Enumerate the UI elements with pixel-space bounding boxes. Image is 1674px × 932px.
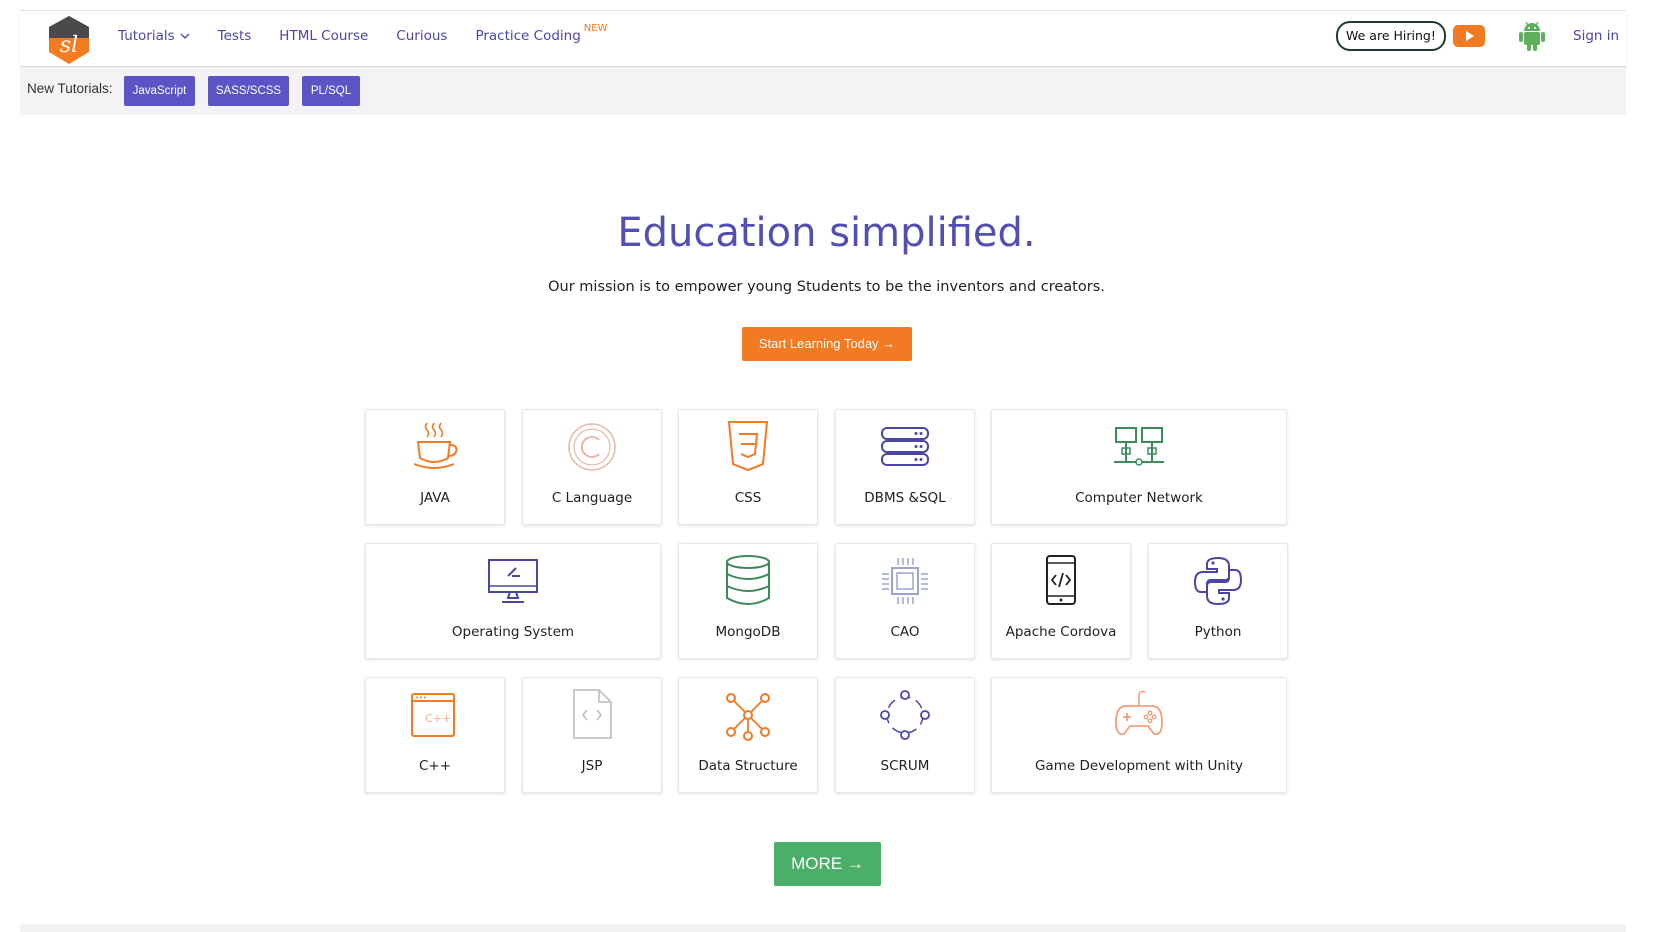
more-button[interactable]: MORE → (774, 842, 881, 886)
chip-javascript[interactable]: JavaScript (124, 76, 195, 106)
course-card-python[interactable]: Python (1148, 543, 1288, 659)
new-tutorials-bar: New Tutorials: JavaScript SASS/SCSS PL/S… (20, 67, 1626, 115)
course-card-game-development[interactable]: Game Development with Unity (991, 677, 1287, 793)
course-card-dbms-sql[interactable]: DBMS &SQL (835, 409, 975, 525)
footer-band (20, 924, 1626, 932)
nav-tests-label: Tests (217, 28, 252, 44)
gamepad-icon (1115, 690, 1163, 736)
cpp-window-icon: C++ (411, 693, 455, 737)
course-card-cao[interactable]: CAO (835, 543, 975, 659)
nav-tutorials-label: Tutorials (118, 28, 175, 44)
studytonight-logo-icon[interactable]: sl (45, 14, 93, 66)
course-card-c-language[interactable]: C Language (522, 409, 662, 525)
nav-tutorials[interactable]: Tutorials (118, 28, 190, 44)
server-stack-icon (881, 427, 929, 466)
coffee-cup-icon (413, 422, 458, 469)
course-label: C++ (418, 758, 452, 774)
nav-practice-coding-label: Practice Coding (475, 28, 581, 44)
course-card-operating-system[interactable]: Operating System (365, 543, 661, 659)
network-icon (1114, 427, 1164, 466)
database-icon (726, 555, 770, 605)
chip-pl-sql[interactable]: PL/SQL (302, 76, 360, 106)
svg-text:C++: C++ (425, 712, 451, 725)
course-card-java[interactable]: JAVA (365, 409, 505, 525)
course-label: JSP (581, 758, 603, 774)
course-label: JAVA (420, 490, 450, 506)
nav-tests[interactable]: Tests (218, 28, 252, 44)
top-navbar: sl Tutorials Tests HTML Course Curious P… (20, 11, 1626, 67)
nav-curious-label: Curious (396, 28, 448, 44)
chip-sass-scss[interactable]: SASS/SCSS (208, 76, 289, 106)
course-card-jsp[interactable]: JSP (522, 677, 662, 793)
sign-in-link[interactable]: Sign in (1573, 28, 1619, 44)
course-label: Python (1194, 624, 1242, 640)
svg-text:sl: sl (60, 33, 78, 58)
course-label: Operating System (451, 624, 575, 640)
course-label: Game Development with Unity (1034, 758, 1244, 774)
course-card-apache-cordova[interactable]: Apache Cordova (991, 543, 1131, 659)
course-label: Computer Network (1075, 490, 1203, 506)
course-label: CAO (890, 624, 920, 640)
course-card-css[interactable]: CSS (678, 409, 818, 525)
start-learning-button[interactable]: Start Learning Today → (742, 327, 912, 361)
course-label: CSS (734, 490, 762, 506)
android-icon[interactable] (1517, 20, 1547, 52)
team-cycle-icon (880, 690, 930, 740)
course-label: Apache Cordova (1005, 624, 1117, 640)
node-graph-icon (726, 693, 770, 741)
cpu-chip-icon (882, 558, 928, 604)
mobile-code-icon (1046, 555, 1076, 605)
desktop-monitor-icon (488, 559, 538, 603)
course-card-cpp[interactable]: C++ C++ (365, 677, 505, 793)
nav-curious[interactable]: Curious (396, 28, 447, 44)
hero-title: Education simplified. (617, 210, 1036, 256)
we-are-hiring-button[interactable]: We are Hiring! (1336, 21, 1446, 51)
course-card-scrum[interactable]: SCRUM (835, 677, 975, 793)
nav-html-course-label: HTML Course (279, 28, 369, 44)
c-circle-icon (568, 423, 616, 471)
course-card-mongodb[interactable]: MongoDB (678, 543, 818, 659)
css3-shield-icon (727, 421, 769, 472)
youtube-icon[interactable] (1452, 24, 1486, 48)
course-label: DBMS &SQL (864, 490, 946, 506)
nav-html-course[interactable]: HTML Course (279, 28, 368, 44)
course-card-data-structure[interactable]: Data Structure (678, 677, 818, 793)
course-label: C Language (551, 490, 633, 506)
new-tutorials-label: New Tutorials: (27, 81, 113, 96)
code-file-icon (573, 689, 612, 739)
new-badge: NEW (583, 22, 608, 34)
course-label: Data Structure (698, 758, 798, 774)
course-label: SCRUM (880, 758, 930, 774)
nav-practice-coding[interactable]: Practice Coding NEW (475, 23, 607, 45)
hero-subtitle: Our mission is to empower young Students… (548, 279, 1105, 295)
main-nav: Tutorials Tests HTML Course Curious Prac… (118, 23, 635, 45)
course-card-computer-network[interactable]: Computer Network (991, 409, 1287, 525)
chevron-down-icon (180, 33, 190, 39)
python-icon (1193, 556, 1243, 606)
course-label: MongoDB (715, 624, 781, 640)
